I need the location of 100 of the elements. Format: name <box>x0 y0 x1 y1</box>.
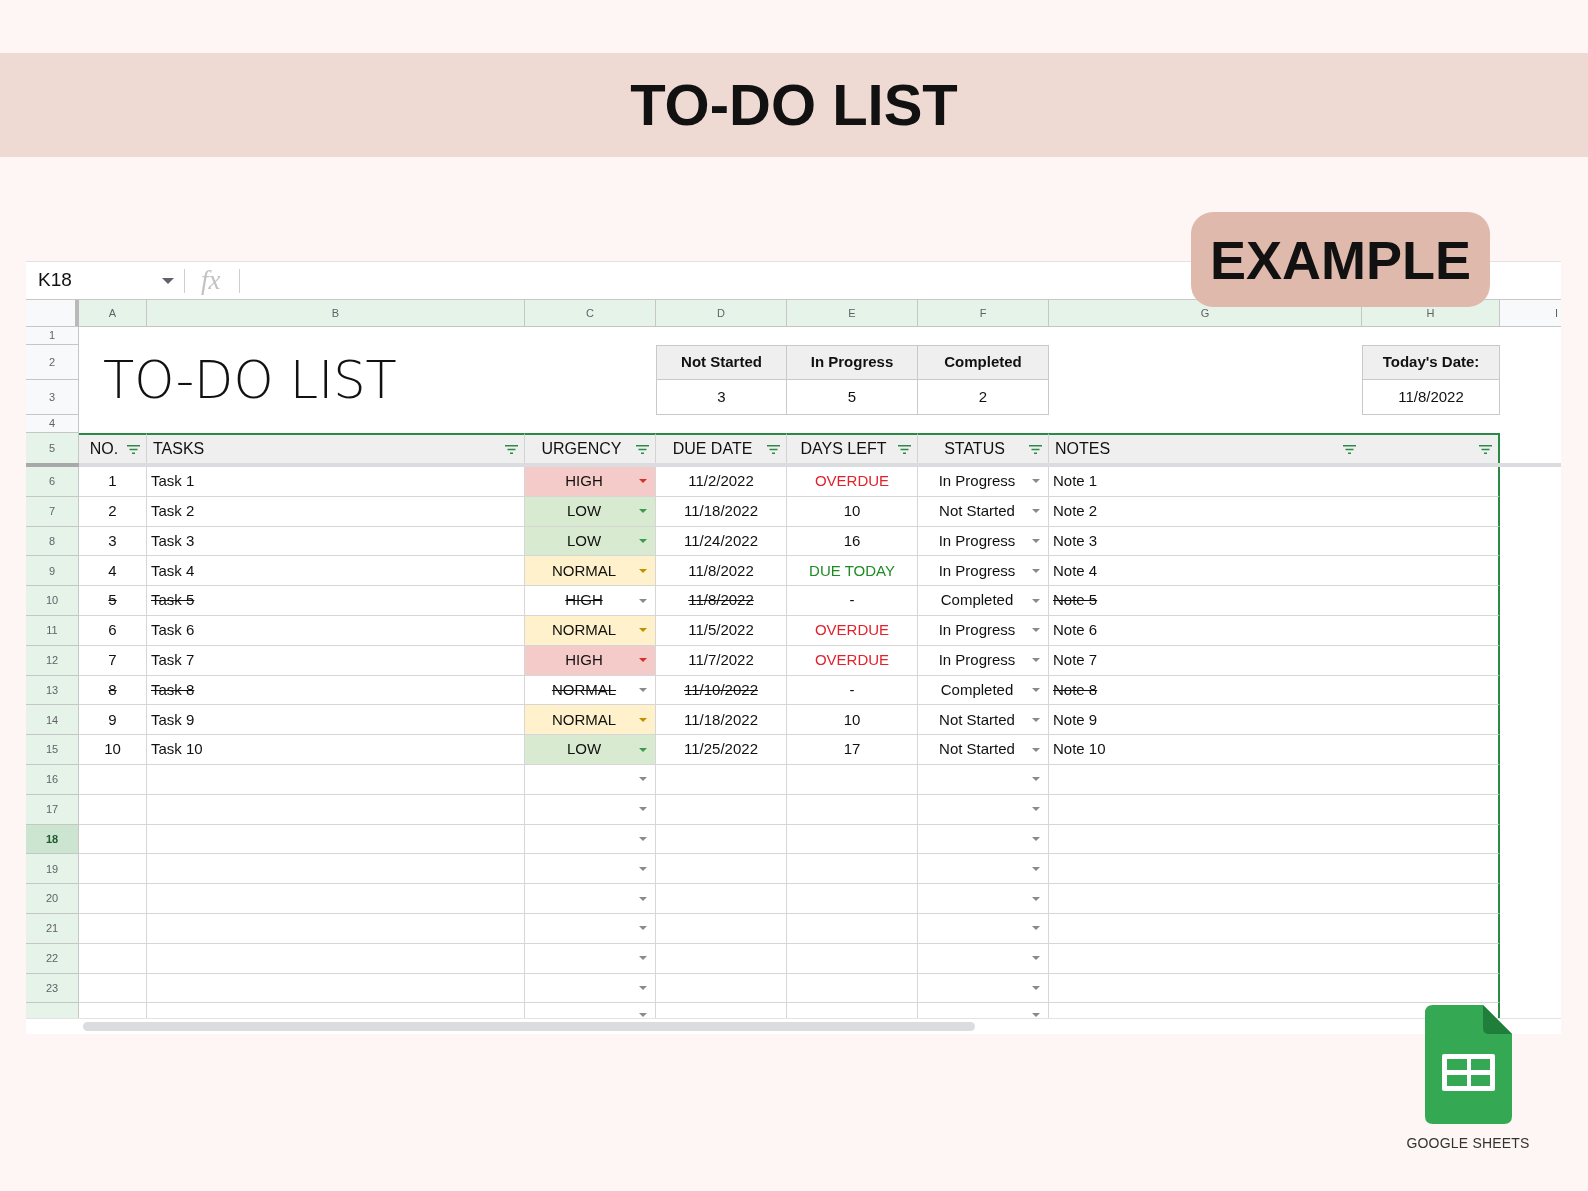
dropdown-cell[interactable] <box>525 794 656 825</box>
row-header-cell[interactable] <box>26 1003 79 1019</box>
filter-icon[interactable] <box>767 444 780 454</box>
urgency-dropdown[interactable]: HIGH <box>525 645 656 676</box>
column-header[interactable]: I <box>1500 300 1561 326</box>
dropdown-cell[interactable] <box>918 794 1049 825</box>
dropdown-cell[interactable] <box>525 764 656 795</box>
dropdown-cell[interactable] <box>525 854 656 885</box>
caret-icon[interactable] <box>639 479 647 484</box>
status-dropdown[interactable]: Completed <box>918 675 1049 706</box>
caret-icon[interactable] <box>639 539 647 543</box>
dropdown-cell[interactable] <box>918 973 1049 1004</box>
status-dropdown[interactable]: Not Started <box>918 735 1049 765</box>
caret-icon[interactable] <box>1032 628 1040 633</box>
column-header[interactable]: A <box>79 300 147 326</box>
row-number[interactable]: 1 <box>26 327 79 345</box>
caret-icon[interactable] <box>1032 866 1040 871</box>
row-number[interactable]: 4 <box>26 415 79 433</box>
urgency-dropdown[interactable]: LOW <box>525 496 656 527</box>
filter-icon[interactable] <box>505 444 518 454</box>
caret-icon[interactable] <box>639 658 647 663</box>
empty-cell[interactable] <box>1049 854 1500 885</box>
caret-icon[interactable] <box>639 598 647 603</box>
caret-icon[interactable] <box>639 568 647 573</box>
caret-icon[interactable] <box>639 896 647 901</box>
urgency-dropdown[interactable]: NORMAL <box>525 705 656 736</box>
caret-icon[interactable] <box>639 509 647 514</box>
empty-cell[interactable] <box>1049 794 1500 825</box>
caret-icon[interactable] <box>639 717 647 722</box>
status-dropdown[interactable]: Not Started <box>918 496 1049 527</box>
column-header[interactable]: E <box>787 300 918 326</box>
row-number[interactable]: 19 <box>26 854 79 885</box>
row-number[interactable]: 15 <box>26 735 79 765</box>
corner-cell[interactable] <box>26 300 79 326</box>
row-number[interactable]: 13 <box>26 675 79 706</box>
scrollbar-thumb[interactable] <box>83 1022 975 1032</box>
row-number[interactable]: 21 <box>26 913 79 944</box>
filter-icon[interactable] <box>1029 444 1042 454</box>
row-number[interactable]: 6 <box>26 467 79 497</box>
urgency-dropdown[interactable]: NORMAL <box>525 616 656 646</box>
caret-icon[interactable] <box>1032 777 1040 782</box>
row-number[interactable]: 3 <box>26 380 79 415</box>
dropdown-cell[interactable] <box>525 824 656 855</box>
empty-cell[interactable] <box>1049 943 1500 974</box>
column-header[interactable]: D <box>656 300 787 326</box>
row-number[interactable]: 16 <box>26 764 79 795</box>
row-number[interactable]: 2 <box>26 345 79 380</box>
row-number[interactable]: 8 <box>26 526 79 557</box>
dropdown-cell[interactable] <box>918 943 1049 974</box>
row-number[interactable]: 17 <box>26 794 79 825</box>
caret-icon[interactable] <box>1032 985 1040 990</box>
caret-icon[interactable] <box>1032 687 1040 692</box>
caret-icon[interactable] <box>1032 479 1040 484</box>
dropdown-cell[interactable] <box>918 913 1049 944</box>
filter-icon[interactable] <box>1343 444 1356 454</box>
row-number[interactable]: 5 <box>26 433 79 463</box>
urgency-dropdown[interactable]: LOW <box>525 526 656 557</box>
caret-icon[interactable] <box>639 628 647 633</box>
filter-icon[interactable] <box>636 444 649 454</box>
caret-icon[interactable] <box>1032 896 1040 901</box>
row-number[interactable]: 7 <box>26 496 79 527</box>
row-number[interactable]: 23 <box>26 973 79 1004</box>
filter-icon[interactable] <box>898 444 911 454</box>
row-number[interactable]: 20 <box>26 884 79 914</box>
dropdown-cell[interactable] <box>918 884 1049 914</box>
caret-icon[interactable] <box>639 956 647 961</box>
column-header[interactable]: B <box>147 300 525 326</box>
caret-icon[interactable] <box>639 836 647 841</box>
empty-cell[interactable] <box>1049 913 1500 944</box>
caret-icon[interactable] <box>162 277 174 284</box>
row-number[interactable]: 11 <box>26 616 79 646</box>
dropdown-cell[interactable] <box>918 764 1049 795</box>
caret-icon[interactable] <box>1032 926 1040 931</box>
empty-cell[interactable] <box>1049 764 1500 795</box>
caret-icon[interactable] <box>639 985 647 990</box>
caret-icon[interactable] <box>1032 658 1040 663</box>
caret-icon[interactable] <box>639 866 647 871</box>
status-dropdown[interactable]: Not Started <box>918 705 1049 736</box>
urgency-dropdown[interactable]: NORMAL <box>525 675 656 706</box>
dropdown-cell[interactable] <box>525 884 656 914</box>
caret-icon[interactable] <box>639 777 647 782</box>
dropdown-cell[interactable] <box>525 913 656 944</box>
status-dropdown[interactable]: In Progress <box>918 467 1049 497</box>
caret-icon[interactable] <box>639 687 647 692</box>
dropdown-cell[interactable] <box>525 973 656 1004</box>
caret-icon[interactable] <box>639 807 647 812</box>
caret-icon[interactable] <box>1032 956 1040 961</box>
caret-icon[interactable] <box>1032 598 1040 603</box>
status-dropdown[interactable]: Completed <box>918 586 1049 616</box>
status-dropdown[interactable]: In Progress <box>918 526 1049 557</box>
filter-icon[interactable] <box>1479 444 1492 454</box>
caret-icon[interactable] <box>1032 717 1040 722</box>
status-dropdown[interactable]: In Progress <box>918 616 1049 646</box>
dropdown-cell[interactable] <box>918 824 1049 855</box>
caret-icon[interactable] <box>1032 747 1040 752</box>
caret-icon[interactable] <box>1032 539 1040 543</box>
status-dropdown[interactable]: In Progress <box>918 645 1049 676</box>
urgency-dropdown[interactable]: LOW <box>525 735 656 765</box>
empty-cell[interactable] <box>1049 884 1500 914</box>
row-number[interactable]: 22 <box>26 943 79 974</box>
